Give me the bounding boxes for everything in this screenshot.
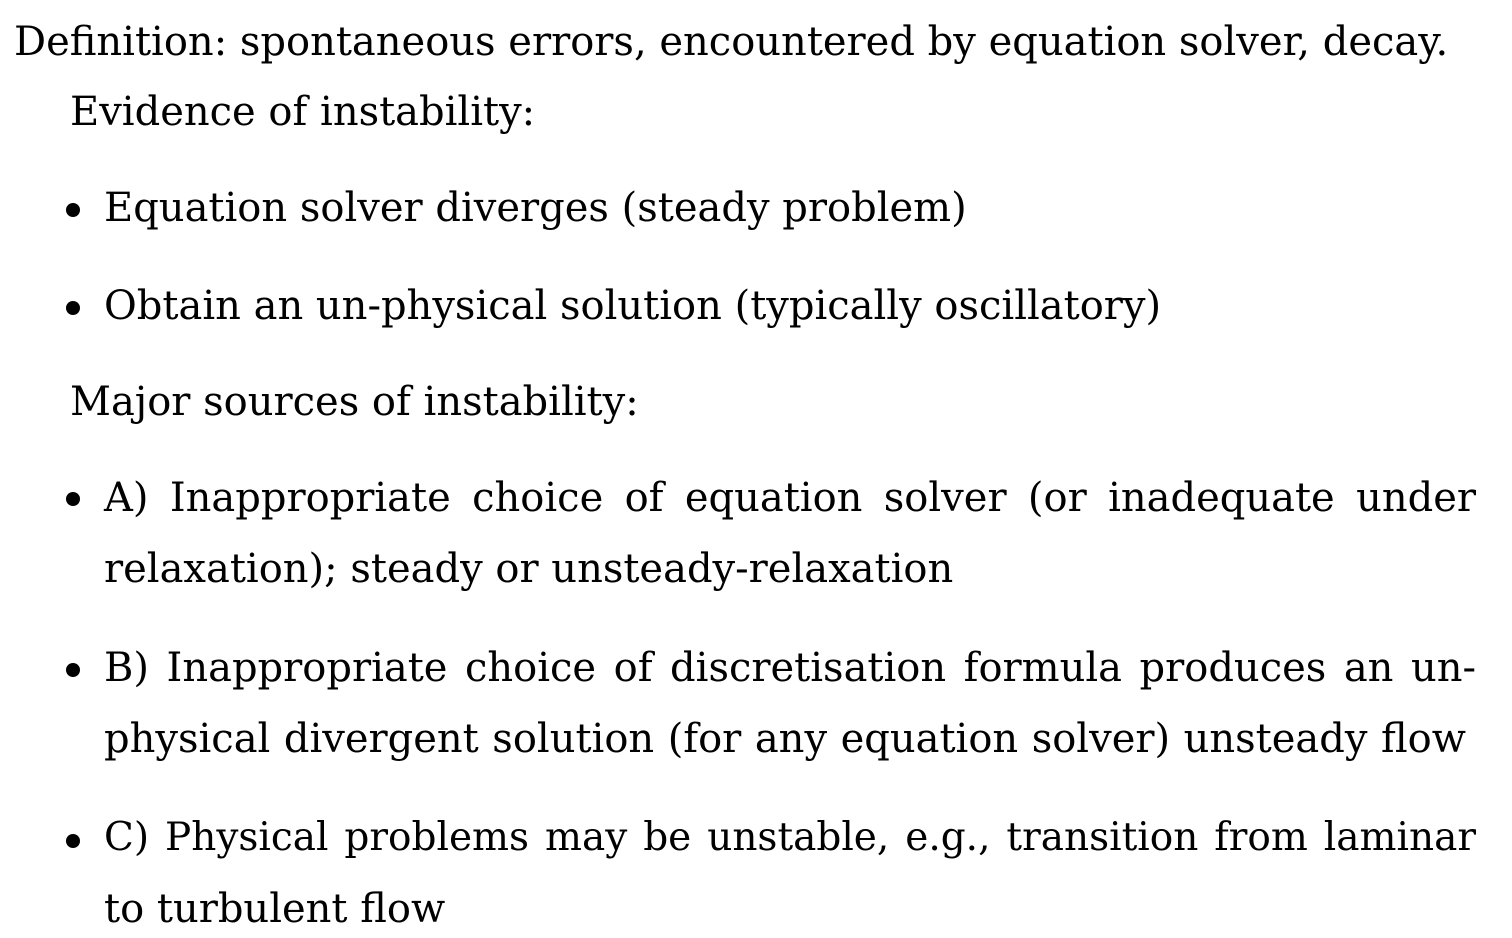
source-item-b-line-2: physical divergent solution (for any equ…	[104, 716, 1466, 762]
bullet-icon	[66, 492, 80, 506]
bullet-icon	[66, 203, 80, 217]
sources-heading: Major sources of instability:	[70, 379, 639, 425]
source-item-a-line-2: relaxation); steady or unsteady-relaxati…	[104, 546, 954, 592]
bullet-icon	[66, 301, 80, 315]
bullet-icon	[66, 663, 80, 677]
source-item-b-line-1: B) Inappropriate choice of discretisatio…	[104, 645, 1476, 691]
definition-line: Definition: spontaneous errors, encounte…	[14, 19, 1449, 65]
evidence-item-2: Obtain an un-physical solution (typicall…	[104, 283, 1162, 329]
source-item-a-line-1: A) Inappropriate choice of equation solv…	[104, 475, 1476, 521]
source-item-c-line-2: to turbulent flow	[104, 886, 446, 932]
bullet-icon	[66, 834, 80, 848]
evidence-heading: Evidence of instability:	[70, 89, 536, 135]
evidence-item-1: Equation solver diverges (steady problem…	[104, 185, 967, 231]
source-item-c-line-1: C) Physical problems may be unstable, e.…	[104, 815, 1476, 860]
